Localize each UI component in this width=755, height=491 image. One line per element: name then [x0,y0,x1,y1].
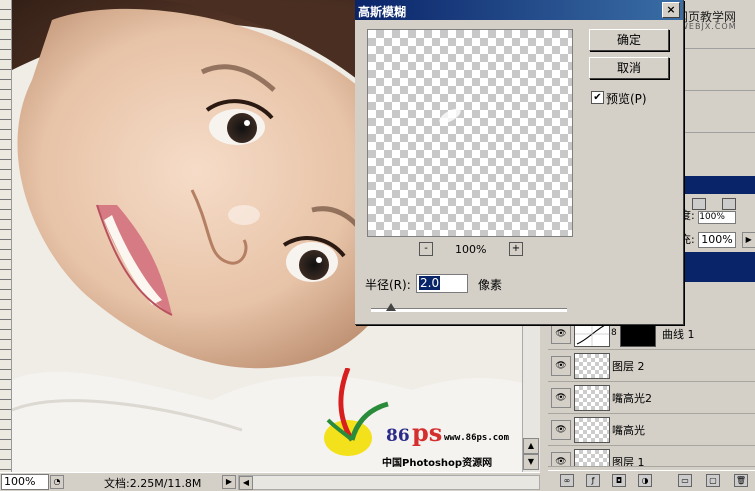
watermark-site-name: 中国Photoshop资源网 [382,458,493,469]
zoom-out-button[interactable]: - [419,242,433,256]
layer-row[interactable]: 👁 嘴高光 [548,414,755,446]
gaussian-blur-dialog: 高斯模糊 × - 100% + 确定 取消 ✔ 预览(P) 半径(R): 2.0… [355,0,684,325]
new-group-icon[interactable]: ▭ [678,474,692,487]
layers-list: 👁 8 曲线 1 👁 图层 2 👁 嘴高光2 👁 嘴高光 👁 图层 1 [548,318,755,467]
status-bar: 100% ◔ 文档:2.25M/11.8M ▶ ◀ [0,472,540,491]
link-layers-icon[interactable]: ∞ [560,474,574,487]
add-mask-icon[interactable]: ◘ [612,474,626,487]
scroll-down-arrow-icon[interactable]: ▼ [523,454,539,470]
zoom-in-button[interactable]: + [509,242,523,256]
layer-thumbnail [574,353,610,379]
eye-icon[interactable]: 👁 [551,452,571,466]
canvas-horizontal-scrollbar[interactable]: ◀ [238,475,540,490]
adjustment-layer-icon[interactable]: ◑ [638,474,652,487]
document-size-info: 文档:2.25M/11.8M [104,477,202,490]
layers-toolbar: ∞ ƒ ◘ ◑ ▭ ▢ 🗑 [548,470,755,489]
panel-divider [685,48,755,49]
status-menu-arrow-icon[interactable]: ▶ [222,475,236,489]
fill-row: 充: 100% ▶ [680,231,755,248]
radius-unit-label: 像素 [478,278,503,292]
layer-name: 图层 1 [612,456,645,467]
fill-dropdown-icon[interactable]: ▶ [741,232,755,248]
dialog-title: 高斯模糊 [358,5,407,19]
layer-thumbnail [574,385,610,411]
ok-button[interactable]: 确定 [589,29,669,51]
selected-layer-highlight[interactable] [685,252,755,282]
layer-row[interactable]: 👁 图层 2 [548,350,755,382]
radius-label: 半径(R): [365,278,411,292]
eye-icon[interactable]: 👁 [551,388,571,408]
fill-field[interactable]: 100% [698,232,737,248]
watermark-url: www.86ps.com [444,433,510,443]
cancel-button[interactable]: 取消 [589,57,669,79]
preview-content [439,108,461,124]
radius-slider-thumb[interactable] [385,303,396,311]
layer-name: 嘴高光 [612,424,645,437]
panel-divider [685,90,755,91]
panel-title-bar[interactable] [685,176,755,194]
scroll-up-arrow-icon[interactable]: ▲ [523,438,539,454]
eye-icon[interactable]: 👁 [551,420,571,440]
layer-name: 图层 2 [612,360,645,373]
zoom-level-field[interactable]: 100% [1,474,49,490]
eye-icon[interactable]: 👁 [551,356,571,376]
scroll-left-arrow-icon[interactable]: ◀ [239,476,253,490]
radius-input[interactable]: 2.0 [416,274,468,293]
opacity-row: 度: 100% [680,207,737,224]
watermark-brand-86: 86 [386,426,410,446]
layer-thumbnail [574,449,610,466]
new-layer-icon[interactable]: ▢ [706,474,720,487]
site-watermark: 86 ps www.86ps.com 中国Photoshop资源网 [318,364,528,470]
radius-value: 2.0 [419,276,441,290]
blur-preview-pane[interactable] [367,29,573,237]
radius-slider-track[interactable] [371,308,567,312]
layer-name: 嘴高光2 [612,392,652,405]
layer-name: 曲线 1 [662,328,695,341]
dialog-titlebar[interactable]: 高斯模糊 × [355,0,683,20]
delete-layer-icon[interactable]: 🗑 [734,474,748,487]
site-logo-subtext: WEBJX.COM [680,22,737,31]
layer-thumbnail [574,417,610,443]
opacity-field[interactable]: 100% [698,211,737,224]
vertical-ruler [0,0,12,472]
layer-style-icon[interactable]: ƒ [586,474,600,487]
layer-row[interactable]: 👁 嘴高光2 [548,382,755,414]
panel-divider [685,132,755,133]
close-icon[interactable]: × [662,2,680,18]
preview-checkbox[interactable]: ✔ [591,91,604,104]
watermark-brand-ps: ps [412,418,443,447]
preview-zoom-percent: 100% [455,243,487,256]
chain-link-icon: 8 [611,328,617,338]
status-options-icon[interactable]: ◔ [50,475,64,489]
eye-icon[interactable]: 👁 [551,324,571,344]
preview-checkbox-label[interactable]: 预览(P) [606,90,647,107]
layer-row[interactable]: 👁 图层 1 [548,446,755,467]
